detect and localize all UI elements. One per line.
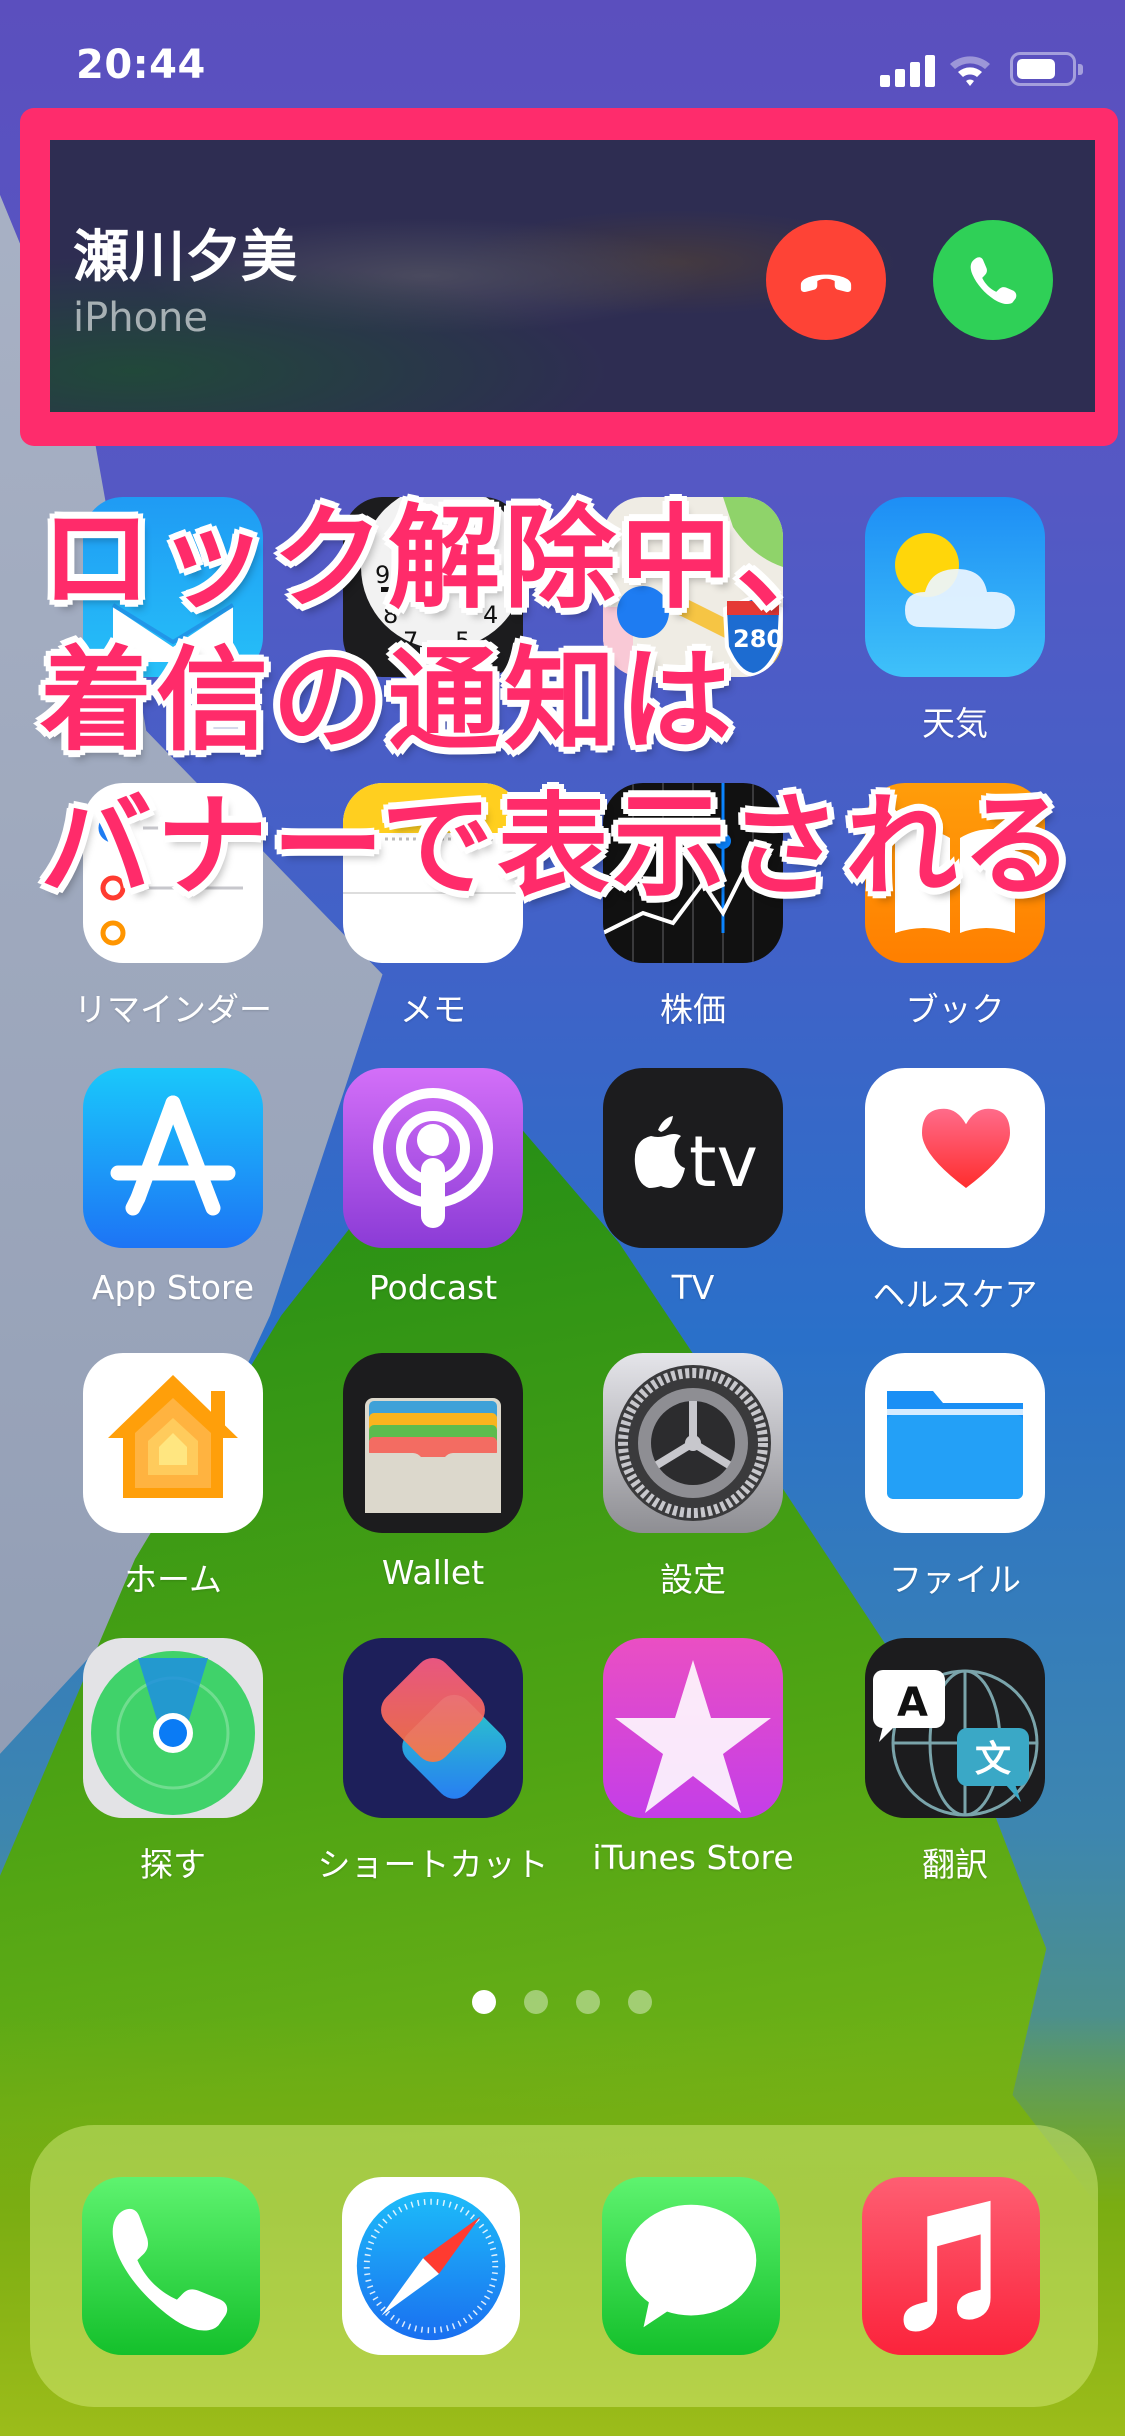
app-label: ヘルスケア [872, 1275, 1038, 1314]
app-tv[interactable]: tv TV [603, 1068, 783, 1308]
annotation-caption: ロック解除中、 着信の通知は バナーで表示される [40, 490, 1100, 916]
dock [30, 2125, 1098, 2407]
app-label: 探す [140, 1845, 206, 1884]
music-icon [862, 2177, 1040, 2355]
files-icon [865, 1353, 1045, 1533]
app-files[interactable]: ファイル [865, 1353, 1045, 1599]
app-wallet[interactable]: Wallet [343, 1353, 523, 1593]
status-bar: 20:44 [0, 0, 1125, 120]
app-label: Podcast [368, 1268, 498, 1307]
app-find-my[interactable]: 探す [83, 1638, 263, 1884]
app-app-store[interactable]: App Store [83, 1068, 263, 1308]
app-label: 翻訳 [922, 1845, 988, 1884]
page-dot[interactable] [524, 1990, 548, 2014]
page-indicator[interactable] [472, 1990, 652, 2016]
phone-down-icon [800, 274, 852, 292]
safari-icon [342, 2177, 520, 2355]
page-dot[interactable] [628, 1990, 652, 2014]
itunes-store-icon [603, 1638, 783, 1818]
app-settings[interactable]: 設定 [603, 1353, 783, 1599]
settings-icon [603, 1353, 783, 1533]
dock-app-music[interactable] [862, 2177, 1042, 2417]
app-label: メモ [400, 990, 466, 1029]
app-label: ショートカット [317, 1845, 549, 1884]
phone-app-icon [82, 2177, 260, 2355]
app-label: ブック [905, 990, 1005, 1029]
app-label: 株価 [660, 990, 726, 1029]
app-label: ファイル [889, 1560, 1021, 1599]
apple-tv-icon: tv [603, 1068, 783, 1248]
home-icon [83, 1353, 263, 1533]
translate-icon: A 文 [865, 1638, 1045, 1818]
podcast-icon [343, 1068, 523, 1248]
caption-line: ロック解除中、 [40, 494, 852, 624]
translate-glyph-b: 文 [975, 1739, 1011, 1780]
app-label: リマインダー [74, 990, 272, 1029]
app-itunes-store[interactable]: iTunes Store [592, 1638, 794, 1878]
caption-line: 着信の通知は [40, 636, 736, 766]
tv-text: tv [689, 1121, 758, 1203]
translate-glyph-a: A [897, 1680, 928, 1726]
dock-app-phone[interactable] [82, 2177, 262, 2417]
caller-source: iPhone [73, 295, 209, 341]
caption-line: バナーで表示される [40, 782, 1078, 912]
battery-icon [1010, 52, 1083, 86]
incoming-call-banner[interactable]: 瀬川夕美 iPhone [50, 140, 1095, 412]
caller-name: 瀬川夕美 [73, 225, 297, 290]
accept-call-button[interactable] [933, 220, 1053, 340]
app-shortcuts[interactable]: ショートカット [318, 1638, 549, 1884]
app-label: TV [671, 1268, 715, 1307]
wifi-icon [948, 52, 992, 88]
app-health[interactable]: ヘルスケア [865, 1068, 1045, 1314]
phone-icon [970, 257, 1017, 305]
app-home[interactable]: ホーム [83, 1353, 263, 1599]
page-dot-active[interactable] [472, 1990, 496, 2014]
app-label: Wallet [381, 1553, 485, 1592]
status-time: 20:44 [76, 42, 206, 88]
app-label: 設定 [660, 1560, 726, 1599]
messages-icon [602, 2177, 780, 2355]
app-label: ホーム [123, 1560, 222, 1599]
dock-app-safari[interactable] [342, 2177, 522, 2417]
app-podcast[interactable]: Podcast [343, 1068, 523, 1308]
app-translate[interactable]: A 文 翻訳 [865, 1638, 1045, 1884]
app-store-icon [83, 1068, 263, 1248]
page-dot[interactable] [576, 1990, 600, 2014]
find-my-icon [83, 1638, 263, 1818]
cellular-signal-icon [880, 55, 938, 87]
app-label: iTunes Store [592, 1838, 794, 1877]
wallet-icon [343, 1353, 523, 1533]
dock-app-messages[interactable] [602, 2177, 782, 2417]
battery-fill [1017, 59, 1055, 79]
decline-call-button[interactable] [766, 220, 886, 340]
shortcuts-icon [343, 1638, 523, 1818]
health-icon [865, 1068, 1045, 1248]
app-label: App Store [91, 1268, 255, 1307]
